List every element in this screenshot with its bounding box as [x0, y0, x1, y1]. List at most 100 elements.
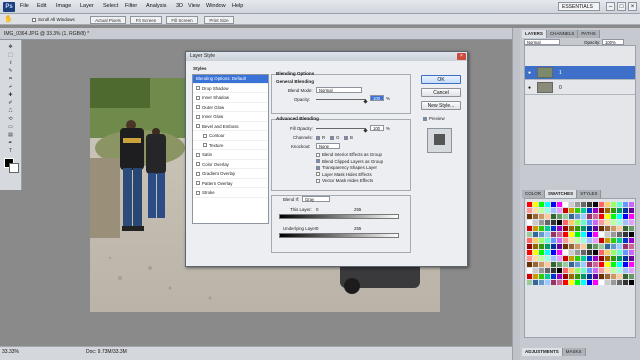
quick-select-tool-icon[interactable]: ✎ [3, 68, 18, 75]
style-item[interactable]: Contour [193, 132, 268, 141]
color-swatch[interactable] [617, 262, 622, 267]
color-swatch[interactable] [575, 250, 580, 255]
menu-edit[interactable]: Edit [37, 3, 46, 9]
color-swatch[interactable] [581, 274, 586, 279]
color-swatch[interactable] [563, 280, 568, 285]
color-swatch[interactable] [623, 226, 628, 231]
color-swatch[interactable] [551, 262, 556, 267]
color-swatch[interactable] [569, 280, 574, 285]
color-swatch[interactable] [563, 274, 568, 279]
style-checkbox[interactable] [196, 114, 200, 119]
brush-tool-icon[interactable]: ✐ [3, 100, 18, 107]
advanced-option-checkbox[interactable] [316, 165, 320, 170]
channel-g-checkbox[interactable] [330, 135, 334, 140]
color-swatch[interactable] [605, 208, 610, 213]
color-swatch[interactable] [539, 250, 544, 255]
style-item[interactable]: Texture [193, 142, 268, 150]
color-swatch[interactable] [533, 250, 538, 255]
color-swatch[interactable] [581, 268, 586, 273]
color-swatch[interactable] [575, 220, 580, 225]
color-swatch[interactable] [557, 226, 562, 231]
color-swatch[interactable] [557, 244, 562, 249]
color-swatch[interactable] [593, 238, 598, 243]
color-swatch[interactable] [587, 256, 592, 261]
channel-b[interactable]: B [344, 135, 353, 140]
eye-icon[interactable]: ● [528, 85, 533, 91]
color-swatch[interactable] [563, 244, 568, 249]
color-swatch[interactable] [551, 268, 556, 273]
style-item[interactable]: Color Overlay [193, 161, 268, 169]
tab-styles[interactable]: STYLES [577, 190, 602, 198]
tab-color[interactable]: COLOR [522, 190, 546, 198]
this-layer-gradient-slider[interactable] [279, 214, 399, 219]
color-swatch[interactable] [545, 220, 550, 225]
color-swatch[interactable] [581, 238, 586, 243]
color-swatch[interactable] [551, 244, 556, 249]
advanced-option-checkbox[interactable] [316, 159, 320, 164]
color-swatch[interactable] [587, 238, 592, 243]
close-button[interactable]: × [628, 2, 637, 11]
color-swatch[interactable] [557, 232, 562, 237]
color-swatch[interactable] [593, 214, 598, 219]
color-swatch[interactable] [539, 232, 544, 237]
color-swatch[interactable] [623, 214, 628, 219]
color-swatch[interactable] [605, 226, 610, 231]
color-swatch[interactable] [593, 232, 598, 237]
color-swatch[interactable] [539, 262, 544, 267]
color-swatch[interactable] [593, 268, 598, 273]
color-swatch[interactable] [581, 280, 586, 285]
color-swatch[interactable] [581, 220, 586, 225]
color-swatch[interactable] [629, 214, 634, 219]
color-swatch[interactable] [551, 232, 556, 237]
advanced-option[interactable]: Vector Mask Hides Effects [316, 178, 373, 183]
color-swatch[interactable] [629, 208, 634, 213]
color-swatch[interactable] [587, 268, 592, 273]
color-swatch[interactable] [623, 268, 628, 273]
preview-option[interactable]: Preview [423, 116, 445, 121]
color-swatch[interactable] [557, 280, 562, 285]
color-swatch[interactable] [617, 208, 622, 213]
color-swatch[interactable] [611, 226, 616, 231]
color-swatch[interactable] [557, 214, 562, 219]
color-swatch[interactable] [629, 244, 634, 249]
color-swatch[interactable] [629, 232, 634, 237]
color-swatch[interactable] [581, 208, 586, 213]
color-swatch[interactable] [563, 262, 568, 267]
advanced-option[interactable]: Blend Clipped Layers as Group [316, 159, 383, 164]
color-swatch[interactable] [557, 208, 562, 213]
tab-masks[interactable]: MASKS [562, 348, 586, 356]
color-swatch[interactable] [539, 202, 544, 207]
color-swatch[interactable] [623, 202, 628, 207]
color-swatch[interactable] [617, 250, 622, 255]
color-swatch[interactable] [587, 244, 592, 249]
color-swatch[interactable] [623, 208, 628, 213]
color-swatch[interactable] [617, 202, 622, 207]
color-swatch[interactable] [599, 268, 604, 273]
color-swatch[interactable] [599, 280, 604, 285]
color-swatch[interactable] [545, 214, 550, 219]
color-swatch[interactable] [605, 256, 610, 261]
style-checkbox[interactable] [203, 143, 207, 148]
color-swatch[interactable] [575, 202, 580, 207]
color-swatch[interactable] [599, 202, 604, 207]
color-swatch[interactable] [557, 250, 562, 255]
stamp-tool-icon[interactable]: ⎍ [3, 108, 18, 115]
color-swatch[interactable] [629, 268, 634, 273]
color-swatch[interactable] [539, 208, 544, 213]
color-swatch[interactable] [557, 274, 562, 279]
color-swatch[interactable] [587, 280, 592, 285]
color-swatch[interactable] [623, 250, 628, 255]
color-swatch[interactable] [599, 208, 604, 213]
color-swatch[interactable] [527, 214, 532, 219]
color-swatch[interactable] [587, 262, 592, 267]
preview-checkbox[interactable] [423, 116, 427, 121]
color-swatch[interactable] [557, 220, 562, 225]
style-checkbox[interactable] [196, 95, 200, 100]
color-swatch[interactable] [605, 280, 610, 285]
fill-opacity-slider[interactable] [316, 128, 366, 129]
eye-icon[interactable]: ● [528, 70, 533, 76]
new-style-button[interactable]: New Style... [421, 101, 461, 110]
color-swatch[interactable] [593, 262, 598, 267]
color-swatch[interactable] [539, 214, 544, 219]
eraser-tool-icon[interactable]: ▭ [3, 124, 18, 131]
